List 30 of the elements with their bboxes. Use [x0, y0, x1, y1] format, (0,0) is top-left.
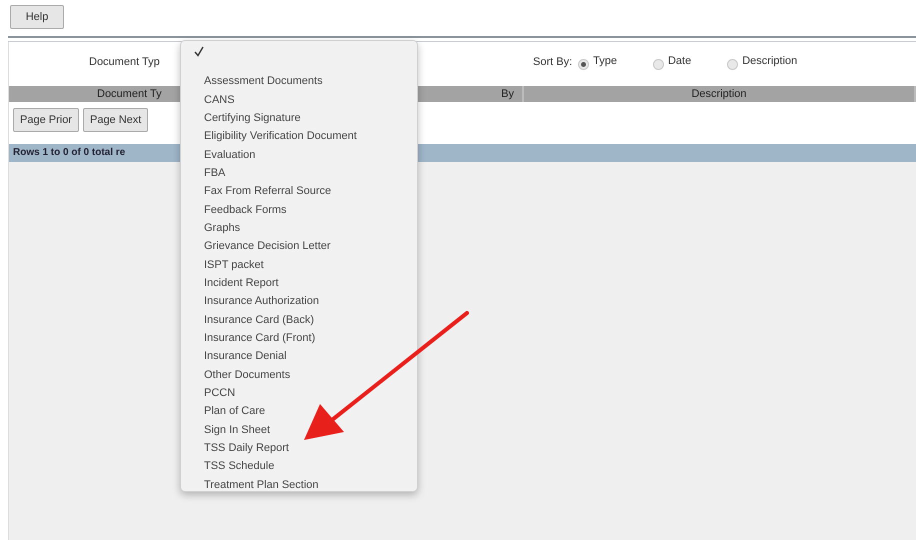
page-button[interactable]: Page Next [82, 108, 148, 132]
menu-option[interactable]: Graphs [181, 218, 417, 238]
menu-option[interactable]: Evaluation [181, 145, 417, 164]
menu-option[interactable]: Certifying Signature [181, 108, 417, 128]
menu-option[interactable]: Plan of Care [181, 402, 417, 421]
menu-option[interactable]: Insurance Card (Back) [181, 310, 417, 329]
menu-option[interactable]: FBA [181, 164, 417, 182]
menu-option[interactable]: Eligibility Verification Document [181, 127, 417, 146]
menu-option[interactable]: Fax From Referral Source [181, 182, 417, 200]
menu-option[interactable]: Grievance Decision Letter [181, 237, 417, 256]
menu-option[interactable]: Insurance Denial [181, 347, 417, 366]
sort-by-label: Sort By: [533, 56, 572, 68]
menu-option[interactable]: Insurance Card (Front) [181, 328, 417, 348]
menu-option[interactable]: Other Documents [181, 366, 417, 384]
column-header: Description [524, 86, 916, 102]
menu-option[interactable]: Treatment Plan Section [181, 476, 417, 494]
menu-option[interactable]: Feedback Forms [181, 200, 417, 219]
sort-radio[interactable]: Type [578, 54, 617, 70]
menu-option[interactable]: ISPT packet [181, 255, 417, 274]
sort-radio[interactable]: Description [727, 54, 798, 70]
document-type-label: Document Typ [89, 56, 161, 68]
menu-option[interactable]: Sign In Sheet [181, 420, 417, 439]
menu-option[interactable]: TSS Daily Report [181, 438, 417, 458]
page-button[interactable]: Page Prior [13, 108, 79, 132]
menu-option[interactable]: Insurance Authorization [181, 292, 417, 310]
sort-radio[interactable]: Date [652, 54, 692, 70]
help-button[interactable]: Help [10, 5, 64, 29]
menu-option[interactable]: PCCN [181, 384, 417, 402]
menu-option[interactable]: TSS Schedule [181, 457, 417, 476]
menu-option[interactable]: Incident Report [181, 274, 417, 292]
